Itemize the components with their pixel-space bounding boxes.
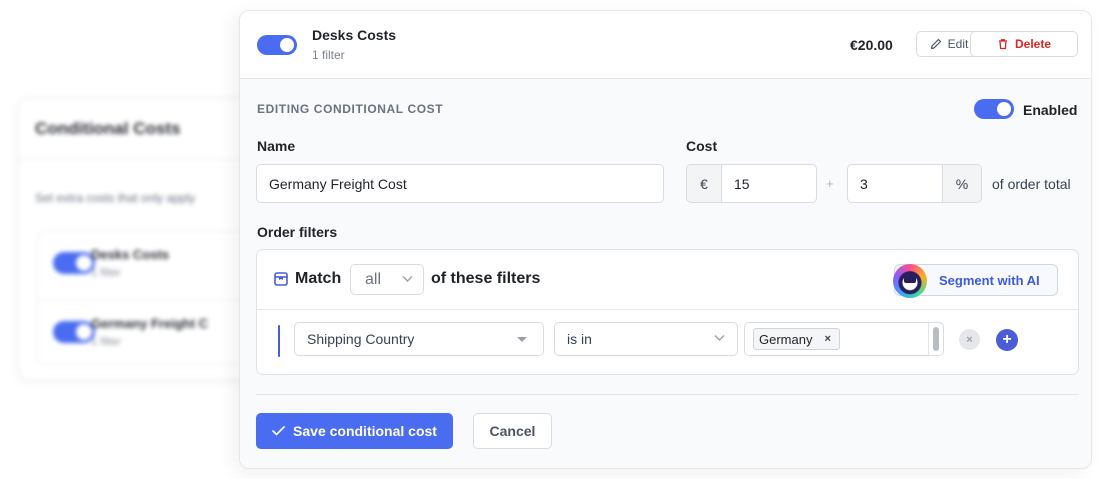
segment-label: Segment with AI	[939, 273, 1040, 288]
remove-rule-button[interactable]: ×	[959, 329, 980, 350]
percent-input[interactable]: 3	[847, 164, 943, 203]
background-toggle	[53, 252, 95, 274]
pencil-icon	[930, 38, 941, 50]
add-rule-button[interactable]: +	[996, 329, 1018, 351]
currency-addon: €	[686, 164, 722, 203]
filter-field-value: Shipping Country	[307, 331, 415, 347]
background-item-name: Germany Freight C	[91, 316, 209, 331]
filter-operator-value: is in	[567, 331, 592, 347]
toggle-knob	[997, 102, 1011, 116]
conditional-cost-panel: Desks Costs 1 filter €20.00 Edit Delete …	[239, 10, 1092, 469]
rule-accent-bar	[278, 325, 280, 357]
name-label: Name	[257, 138, 296, 154]
match-mode-value: all	[365, 270, 382, 288]
filter-value-multiselect[interactable]: Germany ×	[744, 322, 944, 356]
save-conditional-cost-button[interactable]: Save conditional cost	[256, 413, 453, 449]
background-item-name: Desks Costs	[91, 247, 170, 262]
background-toggle	[53, 321, 95, 343]
check-icon	[272, 426, 285, 436]
match-label: Match	[295, 270, 342, 287]
footer-divider	[256, 394, 1079, 395]
chevron-down-icon	[402, 276, 413, 282]
chip-remove-icon[interactable]: ×	[824, 333, 830, 345]
ai-avatar-icon	[893, 264, 927, 298]
value-scrollbar[interactable]	[933, 327, 939, 351]
match-suffix: of these filters	[431, 270, 541, 287]
filters-header: Match all of these filters Segment with …	[257, 250, 1078, 310]
cost-price: €20.00	[850, 37, 893, 53]
cost-active-toggle[interactable]	[257, 35, 297, 55]
value-chip: Germany ×	[753, 328, 840, 350]
filters-box: Match all of these filters Segment with …	[256, 249, 1079, 375]
plus-sign: +	[826, 176, 834, 191]
toggle-knob	[280, 38, 294, 52]
percent-suffix: of order total	[992, 176, 1071, 192]
order-filters-label: Order filters	[257, 224, 338, 240]
background-item-sub: 1 filter	[91, 267, 121, 279]
chevron-down-icon	[714, 335, 725, 341]
percent-addon: %	[942, 164, 982, 203]
save-label: Save conditional cost	[293, 423, 437, 439]
value-divider	[928, 323, 929, 355]
chip-label: Germany	[759, 331, 813, 347]
enabled-toggle[interactable]	[974, 99, 1014, 119]
caret-down-icon	[517, 337, 527, 342]
enabled-label: Enabled	[1023, 102, 1078, 118]
edit-label: Edit	[947, 37, 969, 51]
delete-button[interactable]: Delete	[970, 31, 1078, 57]
cost-filter-count: 1 filter	[312, 48, 345, 62]
match-mode-select[interactable]: all	[350, 264, 424, 295]
background-item-sub: 1 filter	[91, 336, 121, 348]
background-card-title: Conditional Costs	[35, 119, 181, 138]
delete-label: Delete	[1014, 37, 1052, 51]
box-icon	[274, 272, 288, 286]
cost-title: Desks Costs	[312, 27, 397, 43]
cost-label: Cost	[686, 138, 718, 154]
cost-amount-input[interactable]: 15	[721, 164, 817, 203]
background-card-description: Set extra costs that only apply	[35, 191, 196, 205]
cost-summary-row: Desks Costs 1 filter €20.00 Edit Delete	[240, 11, 1091, 79]
cancel-button[interactable]: Cancel	[473, 413, 552, 449]
segment-with-ai-button[interactable]: Segment with AI	[893, 264, 1058, 298]
filter-operator-select[interactable]: is in	[554, 322, 738, 356]
section-label: EDITING CONDITIONAL COST	[257, 102, 444, 116]
filter-field-select[interactable]: Shipping Country	[294, 322, 544, 356]
trash-icon	[998, 39, 1007, 50]
name-input[interactable]: Germany Freight Cost	[256, 164, 664, 203]
